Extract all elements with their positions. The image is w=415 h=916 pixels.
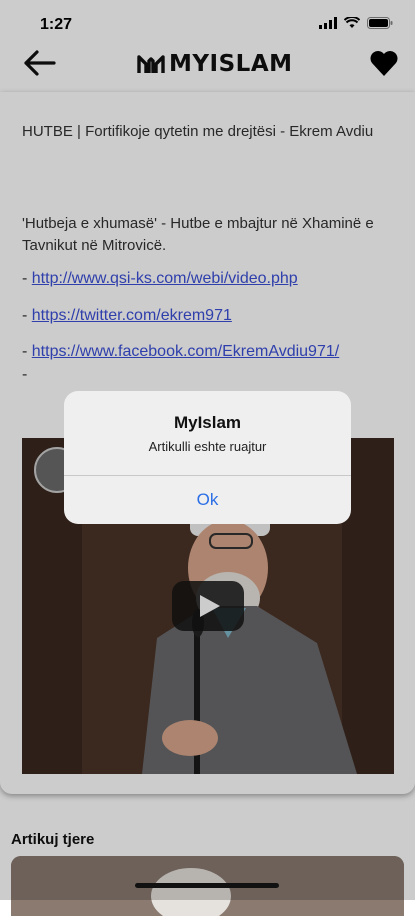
alert-title: MyIslam [173, 413, 242, 432]
alert-ok-button[interactable]: Ok [64, 476, 351, 524]
alert-dialog: MyIslam Artikulli eshte ruajtur Ok [64, 391, 351, 524]
alert-message: Artikulli eshte ruajtur [148, 439, 267, 454]
home-indicator[interactable] [135, 883, 279, 888]
